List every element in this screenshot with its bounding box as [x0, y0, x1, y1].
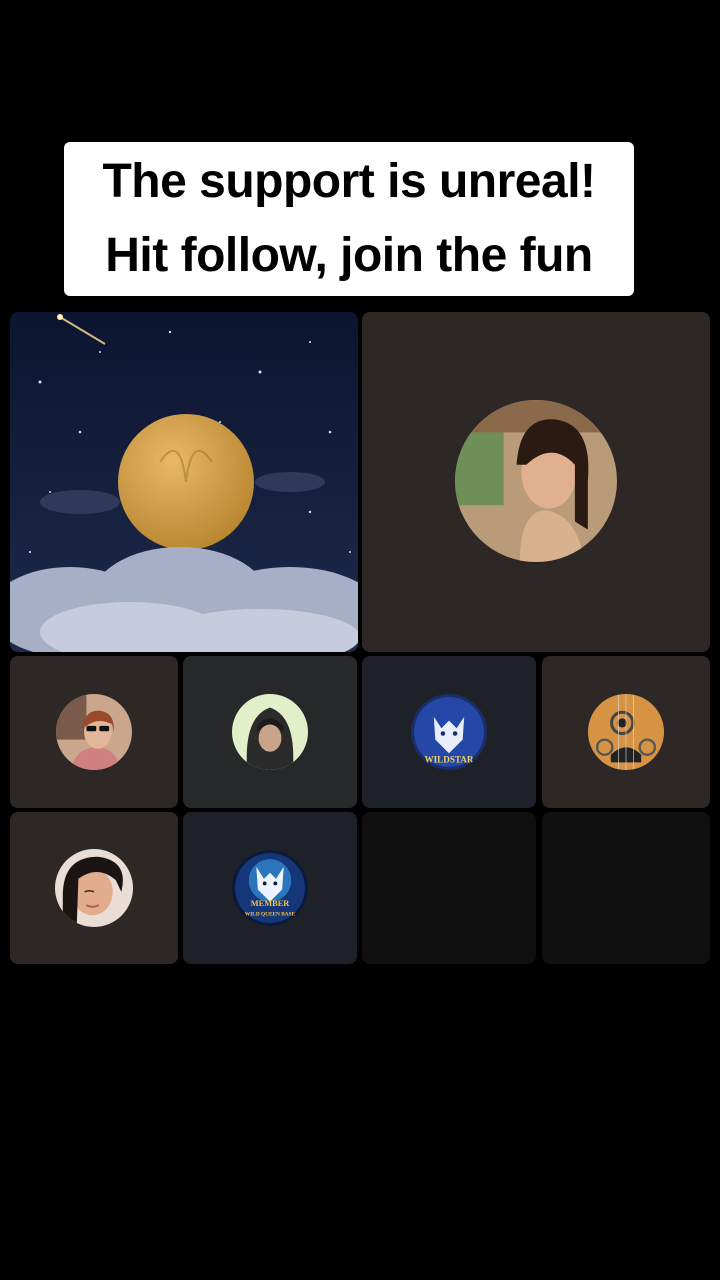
- member-badge-text: MEMBER: [251, 899, 290, 908]
- guitar-avatar[interactable]: [588, 694, 664, 770]
- hooded-person-avatar[interactable]: [232, 694, 308, 770]
- guest-slot-3[interactable]: [10, 656, 178, 808]
- empty-slot-9[interactable]: [362, 812, 536, 964]
- guest-slot-6[interactable]: [542, 656, 710, 808]
- wolf-logo-avatar[interactable]: WILDSTAR: [411, 694, 487, 770]
- woman-sunglasses-avatar[interactable]: [56, 694, 132, 770]
- guest-slot-8[interactable]: MEMBER WILD QUEEN BASE: [183, 812, 357, 964]
- empty-slot-10[interactable]: [542, 812, 710, 964]
- wolf-member-logo-avatar[interactable]: MEMBER WILD QUEEN BASE: [232, 850, 308, 926]
- wolf-badge-text: WILDSTAR: [425, 754, 474, 764]
- member-badge-subtext: WILD QUEEN BASE: [245, 911, 296, 917]
- woman-selfie-avatar[interactable]: [55, 849, 133, 927]
- caption-banner: The support is unreal! Hit follow, join …: [64, 142, 634, 296]
- guest-slot-5[interactable]: WILDSTAR: [362, 656, 536, 808]
- moon-night-sky-icon: [10, 312, 358, 652]
- woman-portrait-avatar[interactable]: [455, 400, 617, 562]
- caption-line-2: Hit follow, join the fun: [105, 229, 593, 282]
- guest-slot-7[interactable]: [10, 812, 178, 964]
- guest-slot-1[interactable]: [10, 312, 358, 652]
- caption-line-1: The support is unreal!: [102, 155, 596, 208]
- guest-slot-4[interactable]: [183, 656, 357, 808]
- guest-slot-2[interactable]: [362, 312, 710, 652]
